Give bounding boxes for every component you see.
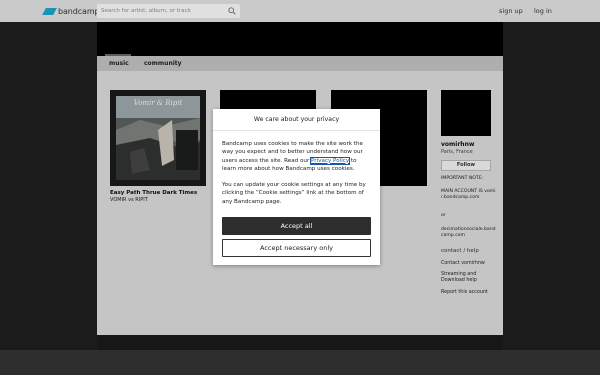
accept-necessary-button[interactable]: Accept necessary only [222, 239, 371, 257]
privacy-policy-link[interactable]: Privacy Policy [310, 156, 351, 165]
cookie-description: Bandcamp uses cookies to make the site w… [222, 140, 372, 173]
dialog-title: We care about your privacy [213, 109, 380, 131]
cookie-consent-dialog: We care about your privacy Bandcamp uses… [213, 109, 380, 265]
accept-all-button[interactable]: Accept all [222, 217, 371, 235]
cookie-settings-note: You can update your cookie settings at a… [222, 182, 366, 205]
